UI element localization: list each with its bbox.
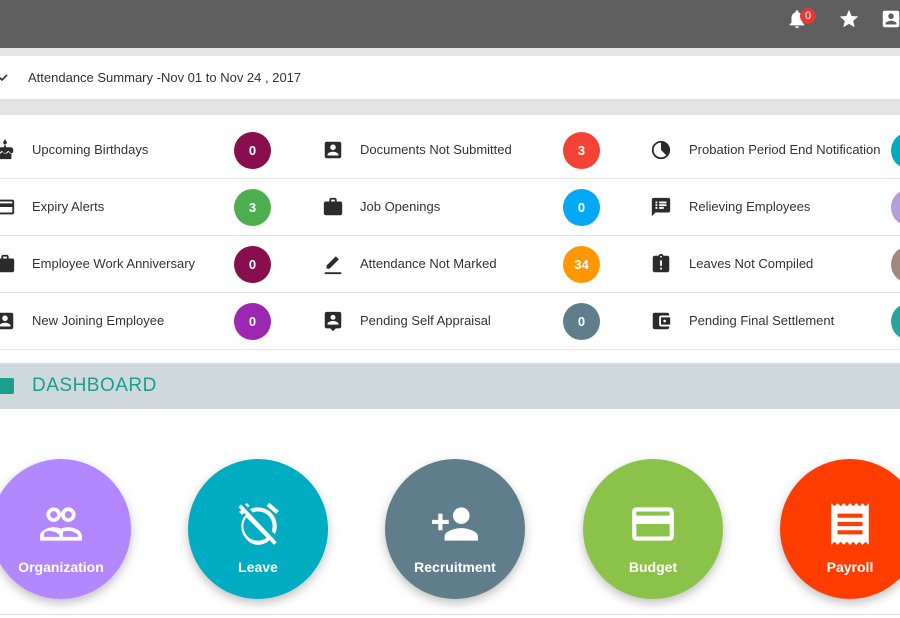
add-person-icon <box>430 499 480 549</box>
widget-label: Pending Self Appraisal <box>360 313 491 328</box>
attendance-summary-bar[interactable]: Attendance Summary -Nov 01 to Nov 24 , 2… <box>0 56 900 100</box>
widget-job-openings[interactable]: Job Openings 0 <box>322 179 622 236</box>
widget-count-badge[interactable] <box>891 246 900 283</box>
comment-list-icon <box>650 196 672 218</box>
widget-count-badge[interactable]: 34 <box>563 246 600 283</box>
alarm-off-icon <box>233 499 283 549</box>
top-app-bar: 0 <box>0 0 900 48</box>
widget-label: Pending Final Settlement <box>689 313 835 328</box>
widget-label: Probation Period End Notification <box>689 142 881 157</box>
widget-employee-work-anniversary[interactable]: Employee Work Anniversary 0 <box>0 236 300 293</box>
page-divider <box>0 614 900 615</box>
person-badge-icon <box>0 310 16 332</box>
section-divider <box>0 100 900 115</box>
alerts-row: New Joining Employee 0 Pending Self Appr… <box>0 293 900 350</box>
alerts-row: Upcoming Birthdays 0 Documents Not Submi… <box>0 122 900 179</box>
widget-pending-final-settlement[interactable]: Pending Final Settlement <box>650 293 900 350</box>
notification-badge: 0 <box>800 8 816 24</box>
account-box-icon[interactable] <box>880 8 900 32</box>
pie-clock-icon <box>650 139 672 161</box>
dashboard-title: DASHBOARD <box>32 375 157 396</box>
widget-label: Relieving Employees <box>689 199 811 214</box>
dashboard-header: DASHBOARD <box>0 363 900 409</box>
dashboard-tiles: Organization Leave Recruitment Budget Pa… <box>0 409 900 618</box>
tile-label: Budget <box>628 559 678 575</box>
widget-label: Expiry Alerts <box>32 199 105 214</box>
credit-card-icon <box>628 499 678 549</box>
widget-pending-self-appraisal[interactable]: Pending Self Appraisal 0 <box>322 293 622 350</box>
tile-payroll[interactable]: Payroll <box>780 459 900 599</box>
widget-count-badge[interactable]: 0 <box>563 303 600 340</box>
widget-label: Documents Not Submitted <box>360 142 512 157</box>
widget-label: Upcoming Birthdays <box>32 142 149 157</box>
tile-label: Leave <box>238 559 278 575</box>
wallet-icon <box>650 310 672 332</box>
widget-count-badge[interactable]: 0 <box>234 303 271 340</box>
widget-expiry-alerts[interactable]: Expiry Alerts 3 <box>0 179 300 236</box>
widget-count-badge[interactable] <box>891 189 900 226</box>
tile-label: Payroll <box>826 559 874 575</box>
tile-budget[interactable]: Budget <box>583 459 723 599</box>
widget-count-badge[interactable] <box>891 303 900 340</box>
chevron-icon[interactable] <box>0 70 8 82</box>
people-icon <box>36 499 86 549</box>
briefcase-icon <box>322 196 344 218</box>
tile-organization[interactable]: Organization <box>0 459 131 599</box>
receipt-icon <box>825 499 875 549</box>
credit-card-icon <box>0 196 16 218</box>
widget-label: Employee Work Anniversary <box>32 256 196 271</box>
cake-icon <box>0 139 16 161</box>
alerts-row: Expiry Alerts 3 Job Openings 0 Relieving… <box>0 179 900 236</box>
widget-count-badge[interactable]: 3 <box>234 189 271 226</box>
attendance-summary-title: Attendance Summary -Nov 01 to Nov 24 , 2… <box>28 70 302 85</box>
tile-label: Recruitment <box>414 559 496 575</box>
top-bar-shadow <box>0 48 900 56</box>
widget-count-badge[interactable]: 3 <box>563 132 600 169</box>
tile-recruitment[interactable]: Recruitment <box>385 459 525 599</box>
widget-label: Leaves Not Compiled <box>689 256 814 271</box>
widget-leaves-not-compiled[interactable]: Leaves Not Compiled <box>650 236 900 293</box>
widget-probation-period-end[interactable]: Probation Period End Notification <box>650 122 900 179</box>
pencil-icon <box>322 253 344 275</box>
widget-count-badge[interactable]: 0 <box>234 246 271 283</box>
tile-label: Organization <box>18 559 104 575</box>
widget-attendance-not-marked[interactable]: Attendance Not Marked 34 <box>322 236 622 293</box>
bar-chart-icon <box>0 378 14 394</box>
widget-count-badge[interactable]: 0 <box>234 132 271 169</box>
widget-count-badge[interactable]: 0 <box>563 189 600 226</box>
person-comment-icon <box>322 310 344 332</box>
alerts-row: Employee Work Anniversary 0 Attendance N… <box>0 236 900 293</box>
briefcase-icon <box>0 253 16 275</box>
alert-clipboard-icon <box>650 253 672 275</box>
tile-leave[interactable]: Leave <box>188 459 328 599</box>
widget-label: Attendance Not Marked <box>360 256 497 271</box>
alerts-grid: Upcoming Birthdays 0 Documents Not Submi… <box>0 122 900 350</box>
star-icon[interactable] <box>838 8 862 32</box>
widget-documents-not-submitted[interactable]: Documents Not Submitted 3 <box>322 122 622 179</box>
widget-relieving-employees[interactable]: Relieving Employees <box>650 179 900 236</box>
contact-card-icon <box>322 139 344 161</box>
widget-label: Job Openings <box>360 199 441 214</box>
widget-label: New Joining Employee <box>32 313 165 328</box>
widget-new-joining-employee[interactable]: New Joining Employee 0 <box>0 293 300 350</box>
widget-count-badge[interactable] <box>891 132 900 169</box>
widget-upcoming-birthdays[interactable]: Upcoming Birthdays 0 <box>0 122 300 179</box>
